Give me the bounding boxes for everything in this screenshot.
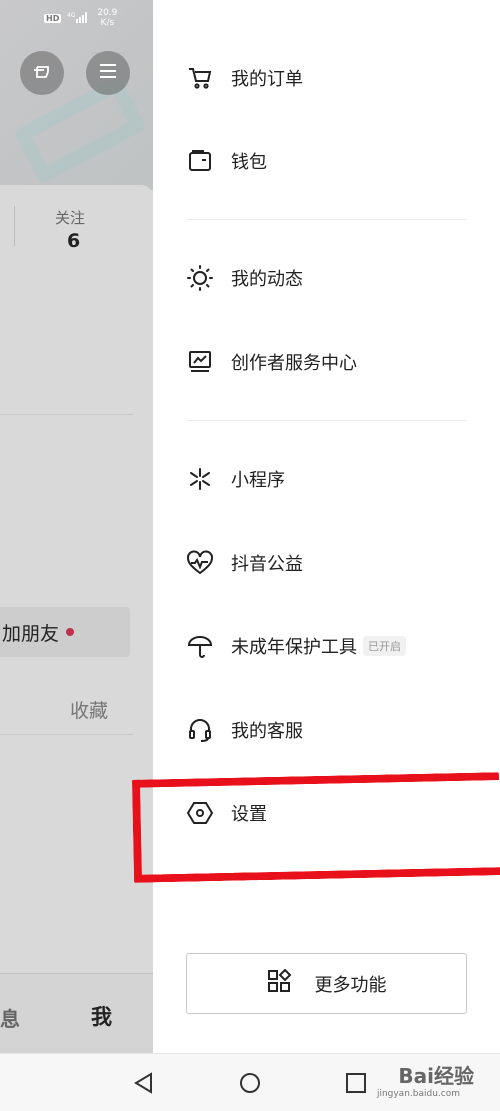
menu-label: 小程序 [231,470,285,491]
follow-label: 关注 [55,209,86,227]
hamburger-icon [97,60,119,86]
menu-label: 未成年保护工具 [231,637,357,658]
headset-icon [186,716,214,744]
grid-icon [267,968,293,999]
add-friend-label: 加朋友 [2,622,60,645]
cart-icon [186,64,214,92]
menu-item-my-posts[interactable]: 我的动态 [186,258,303,298]
side-drawer: 我的订单 钱包 我的动态 创作者服务中心 小程序 抖音公益 未成年保护工具 已开… [153,0,500,1053]
network-speed: 20.9 K/s [97,8,118,28]
status-badge: 已开启 [363,636,406,656]
menu-label: 我的订单 [231,69,303,90]
tab-messages[interactable]: 息 [0,1003,20,1032]
umbrella-icon [186,632,214,660]
wallet-icon [186,147,214,175]
menu-item-orders[interactable]: 我的订单 [186,58,303,98]
status-bar: HD 4G 20.9 K/s [44,8,117,28]
section-divider [0,414,133,415]
menu-divider [186,219,467,220]
menu-item-wallet[interactable]: 钱包 [186,141,267,181]
follow-count[interactable]: 6 [67,230,80,252]
hand-icon [30,59,54,87]
home-icon[interactable] [238,1071,262,1095]
svg-text:4G: 4G [67,12,76,19]
menu-item-minor-protection[interactable]: 未成年保护工具 已开启 [186,626,406,666]
stats-divider [14,206,15,246]
add-friend-button[interactable]: 加朋友 [0,607,130,657]
hd-indicator: HD [44,13,62,23]
menu-label: 我的动态 [231,269,303,290]
back-icon[interactable] [132,1071,156,1095]
menu-item-customer-service[interactable]: 我的客服 [186,710,303,750]
menu-label: 创作者服务中心 [231,353,357,374]
asterisk-icon [186,465,214,493]
gesture-button[interactable] [20,51,64,95]
notification-dot [66,628,75,636]
chart-monitor-icon [186,348,214,376]
recents-icon[interactable] [344,1071,368,1095]
tab-collect[interactable]: 收藏 [70,696,108,723]
menu-label: 抖音公益 [231,554,303,575]
tab-me[interactable]: 我 [91,1001,112,1031]
signal-icon: 4G [67,11,91,26]
menu-item-charity[interactable]: 抖音公益 [186,543,303,583]
menu-label: 钱包 [231,152,267,173]
tabs-divider [0,734,133,735]
sun-icon [186,264,214,292]
more-features-button[interactable]: 更多功能 [186,953,467,1014]
watermark-url: jingyan.baidu.com [376,1089,460,1099]
menu-item-mini-programs[interactable]: 小程序 [186,459,285,499]
menu-button[interactable] [86,51,130,95]
heart-pulse-icon [186,549,214,577]
settings-highlight-box [131,772,500,883]
watermark-brand: Bai经验 [398,1064,474,1088]
menu-label: 我的客服 [231,721,303,742]
profile-background: HD 4G 20.9 K/s 关注 6 加朋友 收藏 息 我 [0,0,153,1053]
menu-item-creator-center[interactable]: 创作者服务中心 [186,342,357,382]
more-features-label: 更多功能 [314,974,387,996]
bottom-tab-bar [0,973,153,1053]
menu-divider [186,420,467,421]
